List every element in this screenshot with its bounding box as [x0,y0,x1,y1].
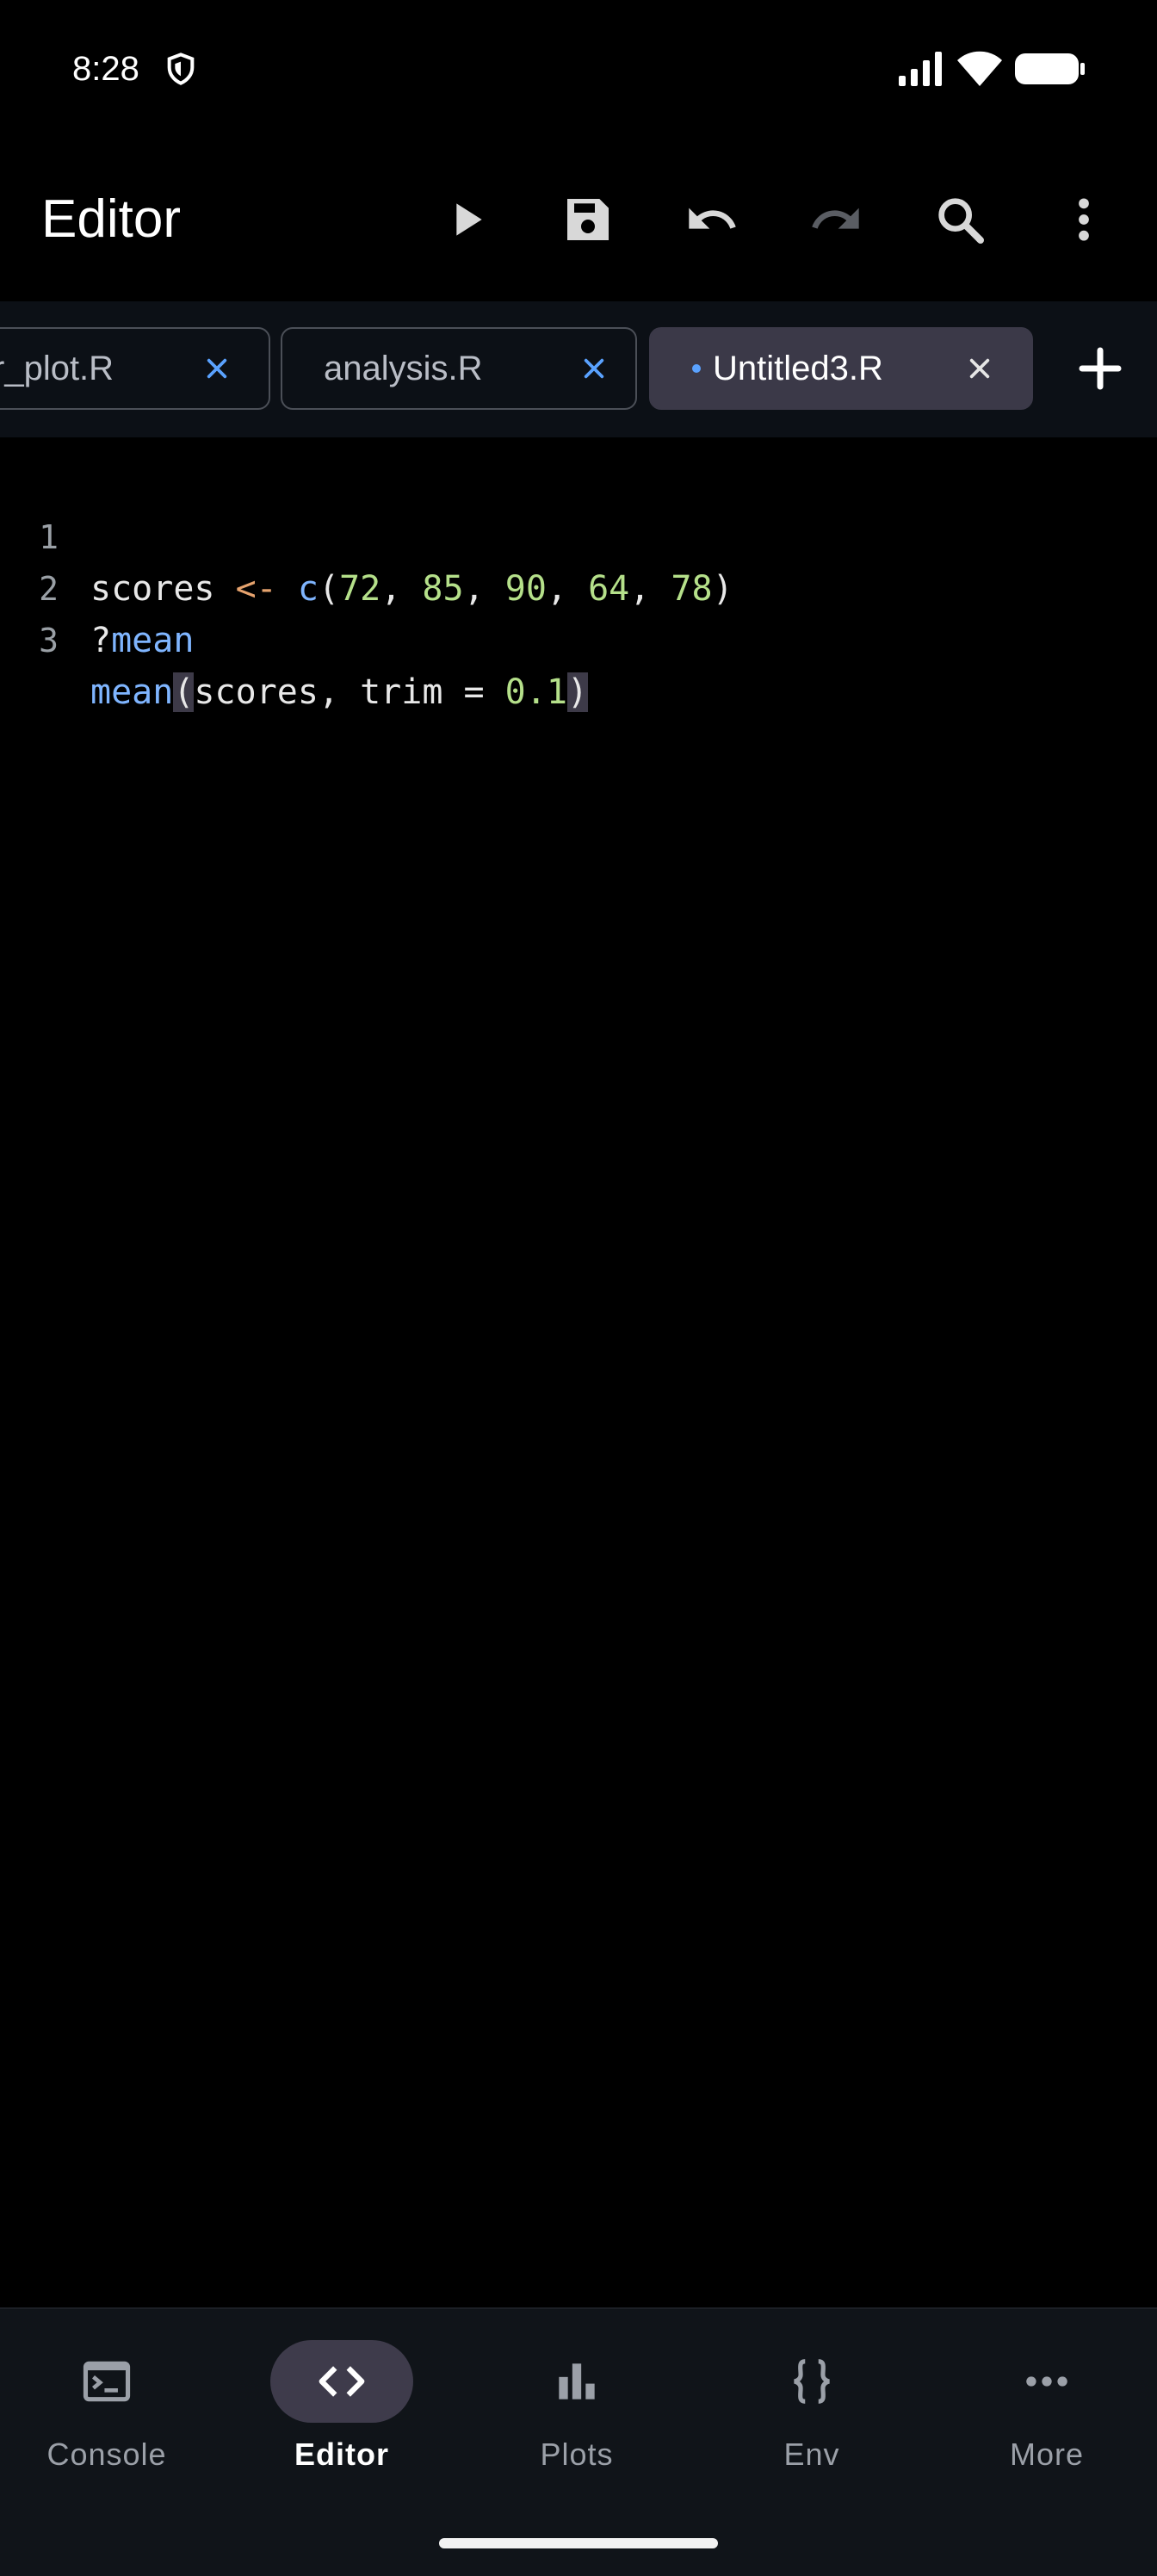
more-horiz-icon [1026,2376,1067,2387]
terminal-icon [83,2361,131,2402]
nav-label: Editor [294,2437,389,2472]
nav-label: More [1009,2437,1085,2472]
nav-console[interactable]: Console [8,2340,206,2512]
code-editor[interactable]: 1 scores <- c(72, 85, 90, 64, 78) 2 ?mea… [0,437,1157,2307]
tab-file[interactable]: r_plot.R [0,327,270,410]
page-title: Editor [41,189,181,249]
tab-label: analysis.R [324,349,483,387]
close-icon [207,358,227,379]
braces-icon [794,2359,830,2404]
tab-label: Untitled3.R [713,349,883,387]
file-tab-strip[interactable]: r_plot.R analysis.R Untitled3.R [0,301,1157,437]
nav-label: Plots [540,2437,614,2472]
plus-icon [1079,347,1122,390]
code-text: ?mean [90,621,195,660]
home-indicator[interactable] [439,2538,718,2548]
app-bar: Editor [0,138,1157,301]
close-icon [584,358,604,379]
tab-file-active[interactable]: Untitled3.R [649,327,1033,410]
new-tab-button[interactable] [1064,332,1136,405]
code-line: 2 ?mean [0,511,1157,660]
nav-env[interactable]: Env [713,2340,911,2512]
close-icon [969,358,990,379]
redo-icon [812,207,859,229]
run-button[interactable] [427,181,504,258]
close-tab-button[interactable] [196,348,238,389]
line-number: 3 [39,622,59,659]
save-icon [567,199,609,240]
undo-button[interactable] [673,181,751,258]
search-icon [938,198,984,244]
tab-label: r_plot.R [0,349,114,387]
search-button[interactable] [921,181,999,258]
code-line: 1 scores <- c(72, 85, 90, 64, 78) [0,460,1157,609]
undo-icon [689,207,736,229]
nav-label: Console [46,2437,167,2472]
nav-plots[interactable]: Plots [478,2340,676,2512]
code-line: 3 mean(scores, trim = 0.1) [0,563,1157,712]
bottom-navigation: Console Editor Plots Env More [0,2307,1157,2576]
nav-more[interactable]: More [948,2340,1146,2512]
more-vert-icon [1079,198,1089,241]
overflow-menu-button[interactable] [1045,181,1123,258]
redo-button[interactable] [797,181,875,258]
close-tab-button[interactable] [573,348,615,389]
wifi-icon [956,48,1004,88]
shield-icon [164,52,198,86]
code-text: mean(scores, trim = 0.1) [90,672,588,712]
nav-editor[interactable]: Editor [243,2340,441,2512]
battery-icon [1014,52,1086,86]
unsaved-indicator [692,364,701,373]
tab-file[interactable]: analysis.R [281,327,637,410]
bar-chart-icon [559,2363,595,2400]
code-icon [319,2366,365,2397]
status-time: 8:28 [72,50,139,88]
save-button[interactable] [549,181,627,258]
close-tab-button[interactable] [959,348,1000,389]
status-bar: 8:28 [0,0,1157,138]
run-icon [456,203,482,236]
nav-label: Env [783,2437,840,2472]
signal-icon [897,50,945,88]
